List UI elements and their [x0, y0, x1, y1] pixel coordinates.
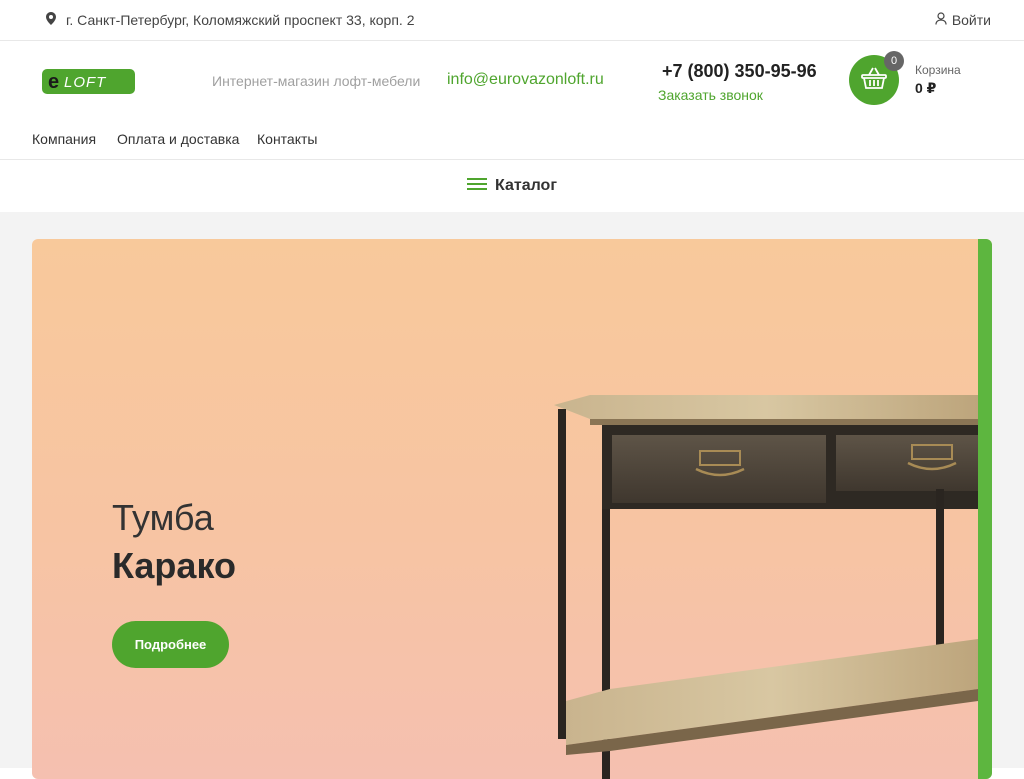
tagline: Интернет-магазин лофт-мебели	[212, 73, 421, 89]
callback-link[interactable]: Заказать звонок	[658, 87, 763, 103]
cart-sum: 0 ₽	[915, 80, 937, 96]
address-text: г. Санкт-Петербург, Коломяжский проспект…	[66, 12, 415, 28]
details-button[interactable]: Подробнее	[112, 621, 229, 668]
top-nav: Компания Оплата и доставка Контакты	[0, 120, 1024, 160]
svg-text:e: e	[48, 71, 59, 93]
email-link[interactable]: info@eurovazonloft.ru	[447, 71, 604, 89]
banner-title-line1: Тумба	[112, 497, 214, 538]
logo[interactable]: e LOFT	[42, 69, 135, 94]
basket-icon	[861, 67, 887, 94]
login-label: Войти	[951, 12, 991, 28]
user-icon	[935, 12, 947, 28]
login-link[interactable]: Войти	[935, 12, 991, 28]
location-pin-icon	[46, 12, 56, 28]
hamburger-icon	[467, 177, 487, 196]
header: e LOFT Интернет-магазин лофт-мебели info…	[0, 41, 1024, 120]
nav-item-company[interactable]: Компания	[32, 131, 96, 147]
svg-text:LOFT: LOFT	[64, 74, 107, 91]
hero-banner: Тумба Карако Подробнее	[32, 239, 992, 779]
phone-number[interactable]: +7 (800) 350-95-96	[662, 61, 817, 82]
cart-label[interactable]: Корзина	[915, 63, 961, 77]
nav-item-contacts[interactable]: Контакты	[257, 131, 317, 147]
nav-item-payment-delivery[interactable]: Оплата и доставка	[117, 131, 239, 147]
console-table-image	[550, 389, 978, 779]
catalog-button[interactable]: Каталог	[0, 160, 1024, 212]
cart-count-badge: 0	[884, 51, 904, 71]
banner-accent-edge	[978, 239, 992, 779]
banner-title-line2: Карако	[112, 545, 236, 586]
top-bar: г. Санкт-Петербург, Коломяжский проспект…	[0, 0, 1024, 41]
catalog-label: Каталог	[495, 177, 557, 194]
address: г. Санкт-Петербург, Коломяжский проспект…	[46, 12, 414, 28]
